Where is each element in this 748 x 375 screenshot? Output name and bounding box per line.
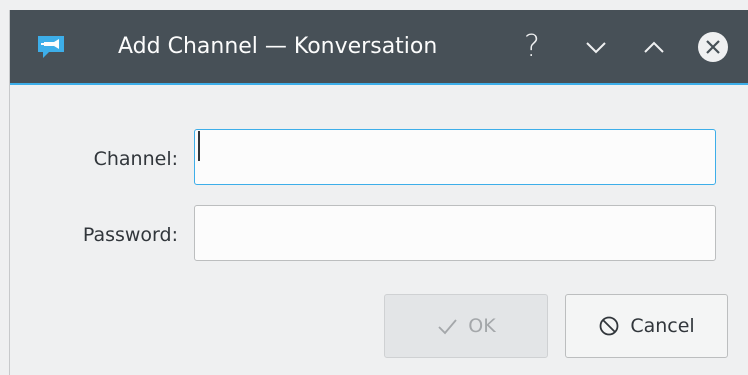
minimize-icon[interactable] bbox=[579, 30, 613, 64]
password-input[interactable] bbox=[194, 205, 716, 261]
channel-input[interactable] bbox=[194, 129, 716, 185]
window-title: Add Channel — Konversation bbox=[118, 34, 438, 59]
cancel-icon bbox=[599, 316, 619, 336]
checkmark-icon bbox=[438, 319, 457, 335]
maximize-icon[interactable] bbox=[637, 30, 671, 64]
cancel-button[interactable]: Cancel bbox=[565, 294, 728, 358]
konversation-app-icon bbox=[38, 36, 64, 58]
password-label: Password: bbox=[82, 224, 178, 246]
dialog-window: Add Channel — Konversation ? Channel: Pa… bbox=[9, 10, 748, 375]
ok-button[interactable]: OK bbox=[384, 294, 548, 358]
channel-label: Channel: bbox=[93, 148, 178, 170]
ok-label: OK bbox=[468, 315, 496, 337]
help-button[interactable]: ? bbox=[515, 30, 549, 64]
cancel-label: Cancel bbox=[630, 315, 695, 337]
dialog-content: Channel: Password: OK Cancel bbox=[10, 85, 748, 375]
text-caret bbox=[198, 131, 200, 161]
titlebar[interactable]: Add Channel — Konversation ? bbox=[10, 10, 748, 85]
close-icon[interactable] bbox=[696, 30, 730, 64]
